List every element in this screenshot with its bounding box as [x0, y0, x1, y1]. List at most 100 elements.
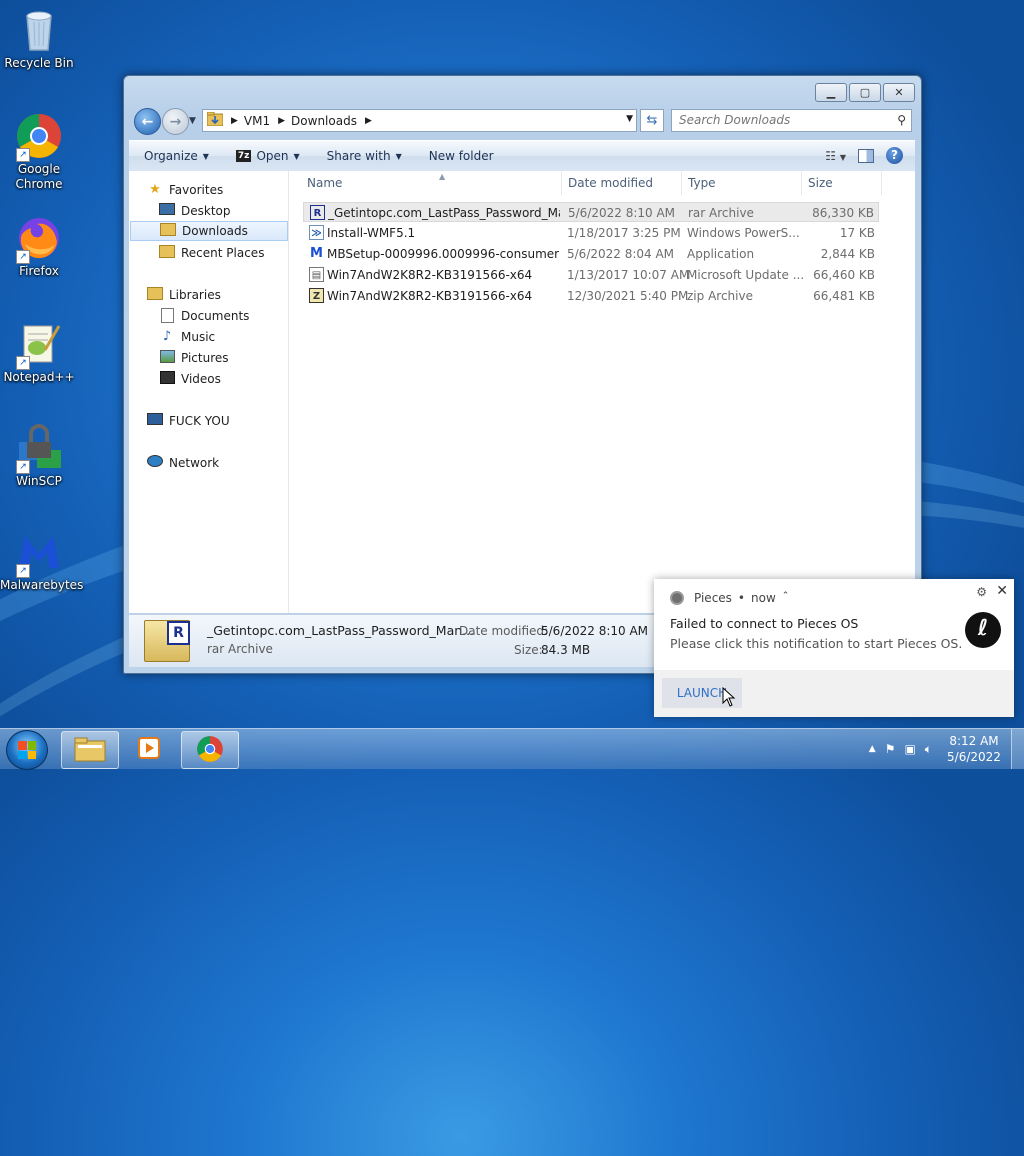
breadcrumb-separator-icon: ▶ — [364, 115, 372, 126]
file-name: MBSetup-0009996.0009996-consumer — [327, 247, 559, 261]
malwarebytes-icon: ↗ — [15, 528, 63, 578]
nav-label: Recent Places — [181, 246, 265, 260]
nav-label: Pictures — [181, 351, 229, 365]
back-button[interactable]: ← — [134, 108, 161, 135]
shortcut-arrow-icon: ↗ — [16, 250, 30, 264]
address-dropdown-icon[interactable]: ▼ — [626, 114, 633, 124]
refresh-icon: ⇆ — [646, 113, 658, 128]
nav-label: Libraries — [169, 288, 221, 302]
nav-label: Network — [169, 456, 220, 470]
file-row[interactable]: ≫ Install-WMF5.1 1/18/2017 3:25 PM Windo… — [303, 223, 879, 243]
nav-libraries[interactable]: Libraries — [147, 285, 305, 305]
file-row[interactable]: ▤ Win7AndW2K8R2-KB3191566-x64 1/13/2017 … — [303, 265, 879, 285]
clock[interactable]: 8:12 AM 5/6/2022 — [941, 733, 1007, 765]
refresh-button[interactable]: ⇆ — [640, 109, 664, 132]
file-name: Win7AndW2K8R2-KB3191566-x64 — [327, 268, 533, 282]
show-desktop-button[interactable] — [1011, 729, 1024, 769]
notepad-plus-plus-icon: ↗ — [15, 320, 63, 370]
share-with-label: Share with — [326, 149, 391, 163]
file-type: Windows PowerS... — [687, 226, 800, 240]
chevron-down-icon: ▼ — [293, 151, 300, 161]
nav-computer[interactable]: FUCK YOU — [147, 411, 305, 431]
network-status-icon[interactable]: ▣ — [904, 742, 915, 756]
file-name: Win7AndW2K8R2-KB3191566-x64 — [327, 289, 533, 303]
maximize-icon: ▢ — [859, 86, 871, 99]
winscp-icon: ↗ — [15, 424, 63, 474]
shortcut-arrow-icon: ↗ — [16, 356, 30, 370]
file-name: _Getintopc.com_LastPass_Password_Man... — [328, 206, 560, 220]
start-button[interactable] — [6, 730, 48, 770]
desktop-icon — [159, 203, 175, 219]
shortcut-arrow-icon: ↗ — [16, 148, 30, 162]
notification-separator: • — [737, 591, 745, 605]
windows-logo-icon — [18, 741, 36, 759]
action-center-flag-icon[interactable]: ⚑ — [885, 742, 896, 756]
nav-favorites[interactable]: ★ Favorites — [147, 180, 305, 200]
file-type: zip Archive — [687, 289, 753, 303]
organize-button[interactable]: Organize ▼ — [144, 149, 209, 163]
column-label: Name — [307, 176, 343, 190]
computer-icon — [147, 413, 163, 429]
mouse-cursor-icon — [722, 686, 736, 710]
taskbar-media-player[interactable] — [121, 731, 177, 767]
show-hidden-icons-button[interactable]: ▲ — [869, 744, 876, 754]
new-folder-button[interactable]: New folder — [429, 149, 494, 163]
forward-button[interactable]: → — [162, 108, 189, 135]
search-input[interactable] — [672, 110, 884, 129]
column-header-size[interactable]: Size — [802, 171, 882, 195]
taskbar-chrome[interactable] — [181, 731, 239, 769]
pieces-notification[interactable]: Pieces • now ⌃ ⚙ ✕ Failed to connect to … — [654, 579, 1014, 717]
desktop-icon-label: Recycle Bin — [4, 56, 74, 70]
desktop-icon-firefox[interactable]: ↗ Firefox — [0, 214, 78, 279]
file-row[interactable]: Z Win7AndW2K8R2-KB3191566-x64 12/30/2021… — [303, 286, 879, 306]
taskbar-explorer[interactable] — [61, 731, 119, 769]
malwarebytes-setup-icon: M — [310, 246, 323, 261]
breadcrumb-vm1[interactable]: VM1 — [244, 114, 270, 128]
chevron-up-icon[interactable]: ⌃ — [782, 591, 790, 605]
address-bar[interactable]: ▶ VM1 ▶ Downloads ▶ ▼ — [202, 109, 637, 132]
libraries-icon — [147, 287, 163, 303]
search-box[interactable]: ⚲ — [671, 109, 912, 132]
view-options-button[interactable]: ☷ ▼ — [825, 149, 846, 163]
nav-network[interactable]: Network — [147, 453, 305, 473]
close-button[interactable]: ✕ — [883, 83, 915, 102]
videos-icon — [159, 371, 175, 387]
help-button[interactable]: ? — [886, 147, 903, 164]
chevron-down-icon: ▼ — [202, 151, 209, 161]
maximize-button[interactable]: ▢ — [849, 83, 881, 102]
desktop-icon-notepad-plus-plus[interactable]: ↗ Notepad++ — [0, 320, 78, 385]
column-header-name[interactable]: Name ▲ — [301, 171, 562, 195]
notification-title: Failed to connect to Pieces OS — [670, 616, 859, 631]
minimize-button[interactable]: ▁ — [815, 83, 847, 102]
breadcrumb-downloads[interactable]: Downloads — [291, 114, 357, 128]
column-header-type[interactable]: Type — [682, 171, 802, 195]
network-icon — [147, 455, 163, 471]
column-header-date-modified[interactable]: Date modified — [562, 171, 682, 195]
7zip-icon: 7z — [235, 150, 252, 162]
chrome-icon — [196, 735, 224, 766]
open-button[interactable]: 7z Open ▼ — [235, 149, 300, 163]
file-row[interactable]: M MBSetup-0009996.0009996-consumer 5/6/2… — [303, 244, 879, 264]
share-with-button[interactable]: Share with ▼ — [327, 149, 402, 163]
desktop-icon-recycle-bin[interactable]: Recycle Bin — [0, 6, 78, 71]
shortcut-arrow-icon: ↗ — [16, 564, 30, 578]
file-row[interactable]: R _Getintopc.com_LastPass_Password_Man..… — [303, 202, 879, 222]
details-file-name: _Getintopc.com_LastPass_Password_Man... — [207, 623, 475, 638]
search-icon[interactable]: ⚲ — [897, 113, 906, 127]
desktop-icon-malwarebytes[interactable]: ↗ Malwarebytes — [0, 528, 83, 593]
preview-pane-button[interactable] — [858, 148, 874, 163]
close-icon: ✕ — [894, 86, 904, 99]
nav-downloads[interactable]: Downloads — [130, 221, 288, 241]
desktop-icon-winscp[interactable]: ↗ WinSCP — [0, 424, 78, 489]
file-date: 5/6/2022 8:10 AM — [568, 206, 676, 220]
recent-pages-dropdown[interactable]: ▼ — [189, 116, 196, 126]
nav-label: Documents — [181, 309, 250, 323]
volume-icon[interactable]: 🔈︎ — [925, 742, 932, 757]
gear-icon[interactable]: ⚙ — [976, 585, 987, 599]
desktop-icon-label: Firefox — [19, 264, 59, 278]
close-icon[interactable]: ✕ — [996, 583, 1008, 599]
pictures-icon — [159, 350, 175, 366]
desktop-icon-google-chrome[interactable]: ↗ Google Chrome — [0, 112, 78, 192]
rar-file-icon: R — [310, 205, 325, 220]
file-date: 5/6/2022 8:04 AM — [567, 247, 675, 261]
